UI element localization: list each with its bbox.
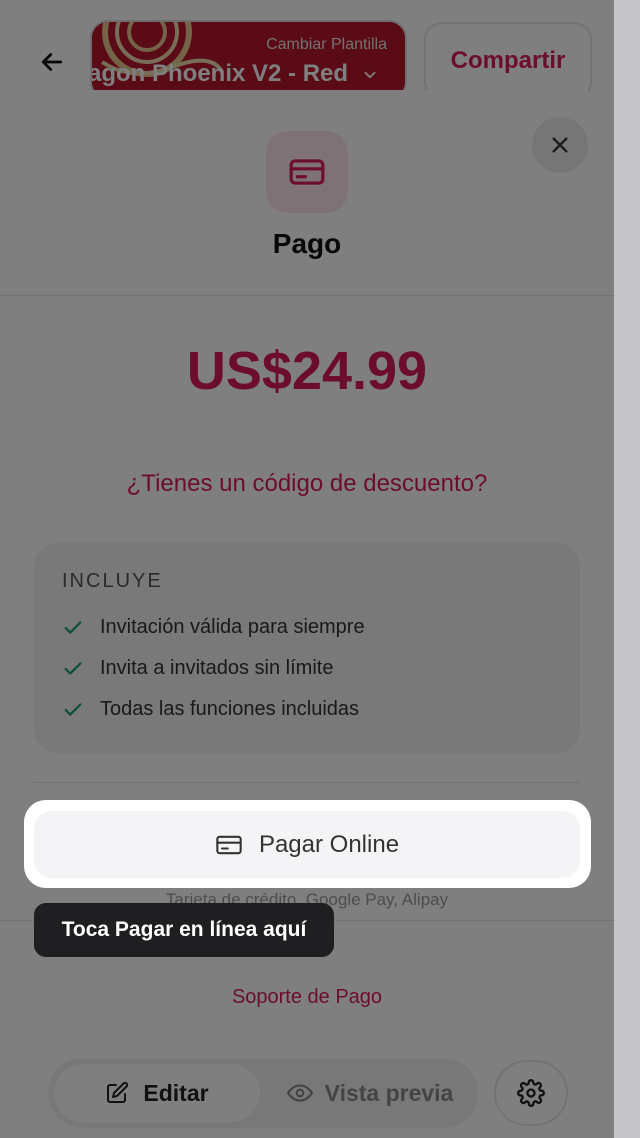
tutorial-tooltip: Toca Pagar en línea aquí [34,903,334,957]
pay-online-label: Pagar Online [258,830,400,858]
pay-online-button[interactable]: Pagar Online [34,811,580,878]
scrollbar-gutter [614,0,640,1138]
credit-card-icon [216,835,242,854]
tutorial-overlay [0,0,614,1138]
